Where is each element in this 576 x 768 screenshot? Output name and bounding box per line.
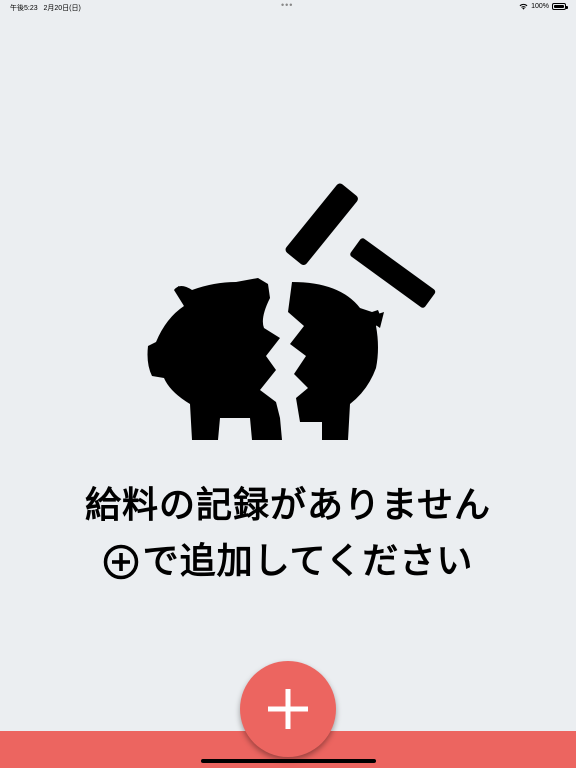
battery-icon bbox=[552, 3, 568, 10]
empty-state-message: 給料の記録がありません で追加してください bbox=[0, 478, 576, 590]
circle-plus-icon bbox=[103, 544, 138, 580]
wifi-icon bbox=[519, 3, 528, 10]
status-indicators: 100% bbox=[519, 3, 568, 10]
battery-percent: 100% bbox=[531, 3, 549, 10]
multitasking-dots-icon[interactable]: ••• bbox=[281, 1, 293, 10]
empty-state-line1: 給料の記録がありません bbox=[85, 485, 491, 526]
broken-piggy-bank-icon bbox=[147, 183, 436, 440]
empty-state-line2-row: で追加してください bbox=[0, 534, 576, 590]
home-indicator[interactable] bbox=[201, 759, 376, 763]
status-bar: 午後5:23 2月20日(日) ••• 100% bbox=[0, 0, 576, 14]
status-time: 午後5:23 2月20日(日) bbox=[10, 3, 81, 13]
status-date: 2月20日(日) bbox=[43, 5, 81, 12]
empty-state-line2: で追加してください bbox=[142, 541, 474, 582]
add-button[interactable] bbox=[240, 661, 336, 757]
status-clock: 午後5:23 bbox=[10, 5, 38, 12]
plus-icon bbox=[268, 689, 308, 729]
